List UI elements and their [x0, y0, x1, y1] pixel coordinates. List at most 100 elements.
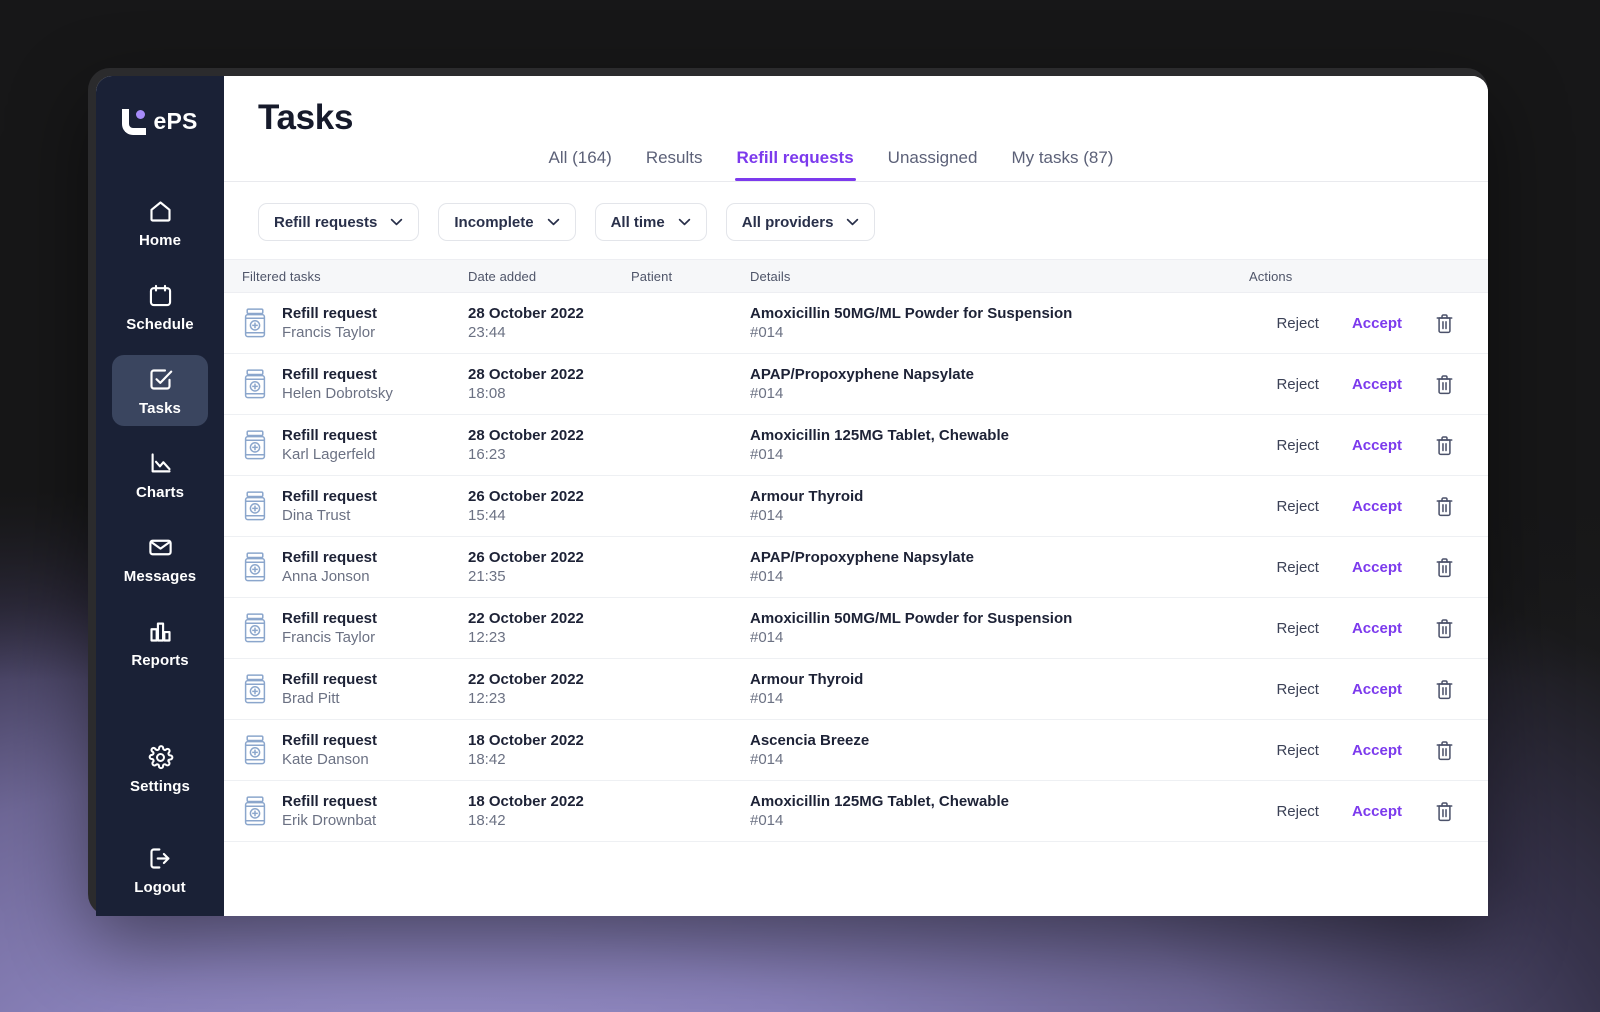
tab-my-tasks[interactable]: My tasks (87): [1009, 142, 1115, 181]
column-header-actions: Actions: [1249, 268, 1293, 284]
trash-icon[interactable]: [1435, 374, 1454, 395]
sidebar-item-settings[interactable]: Settings: [112, 733, 208, 804]
cell-date-added: 26 October 2022 21:35: [468, 548, 631, 586]
trash-icon[interactable]: [1435, 740, 1454, 761]
task-type: Refill request: [282, 304, 378, 322]
app-window: ePS Home Schedule Tasks Charts Messages …: [96, 76, 1488, 916]
date-added: 26 October 2022: [468, 548, 584, 566]
sidebar-nav: Home Schedule Tasks Charts Messages Repo…: [96, 187, 224, 691]
detail-name: APAP/Propoxyphene Napsylate: [750, 548, 974, 566]
reject-button[interactable]: Reject: [1276, 559, 1319, 576]
accept-button[interactable]: Accept: [1352, 315, 1402, 332]
reject-button[interactable]: Reject: [1276, 315, 1319, 332]
column-header-patient: Patient: [631, 268, 673, 284]
tab-unassigned[interactable]: Unassigned: [886, 142, 980, 181]
detail-id: #014: [750, 751, 784, 768]
detail-id: #014: [750, 690, 784, 707]
filter-providers[interactable]: All providers: [725, 203, 876, 241]
tab-results[interactable]: Results: [644, 142, 705, 181]
task-patient-name: Brad Pitt: [282, 690, 340, 707]
reject-button[interactable]: Reject: [1276, 803, 1319, 820]
app-window-frame: ePS Home Schedule Tasks Charts Messages …: [88, 68, 1488, 916]
cell-filtered-task: Refill request Kate Danson: [242, 731, 468, 769]
filter-time-range[interactable]: All time: [594, 203, 707, 241]
reject-button[interactable]: Reject: [1276, 498, 1319, 515]
column-header-filtered-tasks: Filtered tasks: [242, 268, 321, 284]
reject-button[interactable]: Reject: [1276, 742, 1319, 759]
trash-icon[interactable]: [1435, 679, 1454, 700]
line-chart-icon: [147, 450, 174, 477]
trash-icon[interactable]: [1435, 496, 1454, 517]
table-row[interactable]: Refill request Erik Drownbat 18 October …: [224, 781, 1488, 842]
filter-status[interactable]: Incomplete: [438, 203, 576, 241]
trash-icon[interactable]: [1435, 557, 1454, 578]
cell-actions: Reject Accept: [1249, 740, 1454, 761]
sidebar-item-logout[interactable]: Logout: [112, 834, 208, 905]
sidebar-item-reports[interactable]: Reports: [112, 607, 208, 678]
task-patient-name: Anna Jonson: [282, 568, 370, 585]
filter-task-type[interactable]: Refill requests: [258, 203, 420, 241]
app-logo[interactable]: ePS: [122, 108, 197, 135]
reject-button[interactable]: Reject: [1276, 681, 1319, 698]
reject-button[interactable]: Reject: [1276, 437, 1319, 454]
cell-details: APAP/Propoxyphene Napsylate #014: [750, 548, 1249, 586]
cell-actions: Reject Accept: [1249, 557, 1454, 578]
table-row[interactable]: Refill request Kate Danson 18 October 20…: [224, 720, 1488, 781]
sidebar-item-charts[interactable]: Charts: [112, 439, 208, 510]
sidebar-item-home[interactable]: Home: [112, 187, 208, 258]
trash-icon[interactable]: [1435, 801, 1454, 822]
accept-button[interactable]: Accept: [1352, 376, 1402, 393]
filter-label: All providers: [741, 213, 834, 231]
time-added: 15:44: [468, 507, 506, 524]
cell-date-added: 28 October 2022 23:44: [468, 304, 631, 342]
accept-button[interactable]: Accept: [1352, 681, 1402, 698]
sidebar-item-messages[interactable]: Messages: [112, 523, 208, 594]
logout-icon: [147, 845, 174, 872]
cell-details: Ascencia Breeze #014: [750, 731, 1249, 769]
page-header: Tasks All (164) Results Refill requests …: [224, 76, 1488, 182]
chevron-down-icon: [847, 218, 859, 226]
filter-label: All time: [610, 213, 665, 231]
table-row[interactable]: Refill request Brad Pitt 22 October 2022…: [224, 659, 1488, 720]
accept-button[interactable]: Accept: [1352, 559, 1402, 576]
cell-date-added: 28 October 2022 18:08: [468, 365, 631, 403]
date-added: 18 October 2022: [468, 792, 584, 810]
tab-refill-requests[interactable]: Refill requests: [734, 142, 856, 181]
table-row[interactable]: Refill request Anna Jonson 26 October 20…: [224, 537, 1488, 598]
envelope-icon: [147, 534, 174, 561]
reject-button[interactable]: Reject: [1276, 376, 1319, 393]
sidebar-item-tasks[interactable]: Tasks: [112, 355, 208, 426]
table-row[interactable]: Refill request Francis Taylor 28 October…: [224, 293, 1488, 354]
table-row[interactable]: Refill request Helen Dobrotsky 28 Octobe…: [224, 354, 1488, 415]
trash-icon[interactable]: [1435, 313, 1454, 334]
pill-bottle-icon: [244, 308, 266, 338]
sidebar-item-label: Charts: [135, 484, 185, 501]
accept-button[interactable]: Accept: [1352, 742, 1402, 759]
time-added: 18:08: [468, 385, 506, 402]
cell-details: Amoxicillin 125MG Tablet, Chewable #014: [750, 792, 1249, 830]
detail-name: Armour Thyroid: [750, 670, 864, 688]
date-added: 26 October 2022: [468, 487, 584, 505]
time-added: 12:23: [468, 690, 506, 707]
time-added: 18:42: [468, 751, 506, 768]
table-row[interactable]: Refill request Karl Lagerfeld 28 October…: [224, 415, 1488, 476]
filter-bar: Refill requests Incomplete All time All …: [224, 182, 1488, 259]
cell-actions: Reject Accept: [1249, 435, 1454, 456]
accept-button[interactable]: Accept: [1352, 620, 1402, 637]
trash-icon[interactable]: [1435, 435, 1454, 456]
task-type: Refill request: [282, 548, 378, 566]
tab-bar: All (164) Results Refill requests Unassi…: [258, 142, 1454, 181]
table-row[interactable]: Refill request Dina Trust 26 October 202…: [224, 476, 1488, 537]
table-row[interactable]: Refill request Francis Taylor 22 October…: [224, 598, 1488, 659]
tab-all[interactable]: All (164): [547, 142, 614, 181]
accept-button[interactable]: Accept: [1352, 498, 1402, 515]
accept-button[interactable]: Accept: [1352, 803, 1402, 820]
date-added: 18 October 2022: [468, 731, 584, 749]
sidebar-item-schedule[interactable]: Schedule: [112, 271, 208, 342]
detail-name: APAP/Propoxyphene Napsylate: [750, 365, 974, 383]
detail-name: Amoxicillin 125MG Tablet, Chewable: [750, 426, 1009, 444]
reject-button[interactable]: Reject: [1276, 620, 1319, 637]
trash-icon[interactable]: [1435, 618, 1454, 639]
accept-button[interactable]: Accept: [1352, 437, 1402, 454]
detail-name: Armour Thyroid: [750, 487, 864, 505]
